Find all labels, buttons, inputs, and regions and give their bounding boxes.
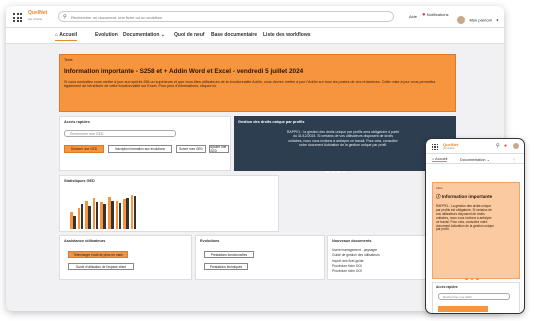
nav-accueil-label: Accueil: [435, 157, 448, 161]
search-icon[interactable]: ⚲: [496, 143, 500, 149]
notifications-button[interactable]: ● Notifications: [422, 12, 449, 18]
bell-icon: ●: [422, 12, 426, 18]
carousel-dot[interactable]: [331, 170, 334, 173]
notifications-label: Notifications: [426, 12, 449, 18]
rights-title: Gestion des droits unique par profils: [238, 120, 305, 124]
chart-bar: [111, 200, 114, 229]
nav-accueil[interactable]: ⌂ Accueil: [432, 157, 448, 162]
chart-bar: [126, 197, 129, 229]
stats-title: Statistiques GED: [64, 179, 95, 183]
banner-title: Information importante - S258 et + Addin…: [64, 68, 304, 75]
logo[interactable]: QuelNet par chaîne: [28, 10, 50, 24]
chart-bar: [80, 204, 84, 229]
home-icon: ⌂: [55, 32, 59, 38]
mobile-screen: QuelNet par chaîne ⚲ ● ⌂ Accueil Documen…: [425, 138, 525, 314]
evolutions-card: Evolutions Prestations fonctionnelles Pr…: [195, 235, 325, 280]
mobile-logo-subtext: par chaîne: [443, 147, 455, 150]
home-icon: ⌂: [432, 157, 435, 161]
info-icon: ⓘ: [436, 194, 441, 199]
mobile-banner-title-text: Information importante: [441, 194, 493, 199]
assistance-card: Assistance utilisateurs Télécharger l'ou…: [59, 235, 192, 280]
chevron-down-icon: ▾: [496, 17, 499, 23]
nav-workflows[interactable]: Liste des workflows: [263, 32, 311, 38]
list-item[interactable]: Guide de gestion des utilisateurs: [332, 253, 380, 258]
nav-documentation[interactable]: Documentation ⌄: [460, 157, 490, 162]
bell-icon[interactable]: ●: [504, 143, 507, 149]
mobile-top-bar: QuelNet par chaîne ⚲ ●: [426, 139, 524, 154]
chart-bar: [73, 215, 76, 229]
carousel-dot[interactable]: [476, 277, 479, 280]
ged-search-placeholder: Rechercher une GED: [443, 295, 472, 299]
chart-bar: [95, 202, 99, 229]
carousel-dot[interactable]: [342, 170, 345, 173]
new-documents-title: Nouveaux documents: [332, 239, 372, 243]
mobile-nav: ⌂ Accueil Documentation ⌄ ⋮: [426, 155, 524, 164]
stats-card: Statistiques GED: [59, 175, 279, 232]
carousel-dot[interactable]: [337, 170, 340, 173]
declare-ged-button[interactable]: Déclarer une GED: [64, 145, 104, 153]
follow-ged-button[interactable]: Suivre mes GED: [176, 145, 206, 153]
list-item[interactable]: Procédure fiche DOI: [332, 269, 380, 274]
stats-chart: [70, 191, 140, 229]
nav-documentation-label: Documentation: [123, 32, 160, 38]
chart-bar: [103, 204, 106, 229]
new-documents-list: Users management - paysager Guide de ges…: [332, 248, 380, 274]
nav-base-documentaire[interactable]: Base documentaire: [211, 32, 257, 38]
client-guide-button[interactable]: Guide d'utilisation de l'espace client: [68, 263, 134, 270]
info-banner: Texte Information importante - S258 et +…: [59, 54, 456, 112]
carousel-dot[interactable]: [326, 170, 329, 173]
chart-bar: [88, 206, 91, 229]
banner-text: Si vous souhaitez vous mettre à jour aux…: [64, 80, 436, 89]
nav-documentation[interactable]: Documentation ⌄: [123, 32, 165, 38]
mobile-quick-access-title: Accès rapides: [436, 285, 458, 289]
logo-subtext: par chaîne: [28, 17, 43, 21]
avatar[interactable]: [513, 143, 519, 149]
mobile-info-banner: Infos ⓘ Information importante RAPPEL : …: [432, 182, 520, 280]
nav-accueil[interactable]: ⌂ Accueil: [55, 32, 78, 41]
rights-text: RAPPEL : la gestion des droits unique pa…: [286, 130, 400, 148]
mobile-quick-access: Accès rapides Rechercher une GED: [432, 282, 520, 313]
declare-ged-button[interactable]: [438, 306, 488, 312]
ged-search-placeholder: Rechercher une GED: [70, 132, 104, 136]
more-icon[interactable]: ⋮: [512, 157, 516, 162]
ged-search-input[interactable]: Rechercher une GED: [438, 293, 510, 300]
training-button[interactable]: Inscription formation aux évolutions: [108, 145, 172, 153]
carousel-dot[interactable]: [465, 277, 468, 280]
add-ged-button[interactable]: Ajouter une GED: [209, 145, 229, 153]
app-grid-icon[interactable]: [13, 13, 22, 22]
nav-documentation-label: Documentation: [460, 158, 486, 162]
functional-services-button[interactable]: Prestations fonctionnelles: [204, 251, 254, 258]
nav-accueil-label: Accueil: [59, 32, 78, 38]
user-menu[interactable]: Mon prénom ▾: [457, 11, 499, 24]
search-icon: ⚲: [63, 14, 67, 20]
avatar: [457, 15, 465, 24]
mobile-banner-text: RAPPEL : La gestion des droits unique pa…: [436, 204, 494, 232]
technical-services-button[interactable]: Prestations techniques: [204, 263, 248, 270]
chevron-down-icon: ⌄: [160, 32, 165, 38]
main-nav: ⌂ Accueil Evolution Documentation ⌄ Quoi…: [6, 28, 504, 44]
carousel-dots[interactable]: [326, 160, 348, 178]
carousel-dot[interactable]: [470, 277, 473, 280]
ged-search-input[interactable]: Rechercher une GED: [64, 130, 176, 137]
evolutions-title: Evolutions: [200, 239, 220, 243]
logo-text: QuelNet: [28, 10, 48, 16]
top-bar: QuelNet par chaîne ⚲ Rechercher un docum…: [6, 6, 504, 28]
banner-label: Texte: [64, 58, 73, 62]
search-input[interactable]: ⚲ Rechercher un document, une fiche ou u…: [58, 11, 394, 22]
help-link[interactable]: Aide: [409, 14, 417, 19]
download-tool-button[interactable]: Télécharger l'outil de prise en main: [68, 251, 128, 258]
rights-carousel: Gestion des droits unique par profils RA…: [234, 116, 456, 173]
mobile-banner-title: ⓘ Information importante: [436, 194, 492, 200]
chart-bar: [118, 203, 122, 229]
app-grid-icon[interactable]: [432, 144, 438, 150]
quick-access-card: Accès rapides Rechercher une GED Déclare…: [59, 116, 231, 171]
nav-quoi-de-neuf[interactable]: Quoi de neuf: [174, 32, 205, 38]
mobile-banner-label: Infos: [436, 186, 443, 190]
search-placeholder: Rechercher un document, une fiche ou un …: [71, 14, 163, 20]
chart-bar: [133, 195, 137, 229]
nav-evolution[interactable]: Evolution: [95, 32, 118, 38]
user-name: Mon prénom: [469, 17, 492, 23]
assistance-title: Assistance utilisateurs: [64, 239, 106, 243]
quick-access-title: Accès rapides: [64, 120, 90, 124]
